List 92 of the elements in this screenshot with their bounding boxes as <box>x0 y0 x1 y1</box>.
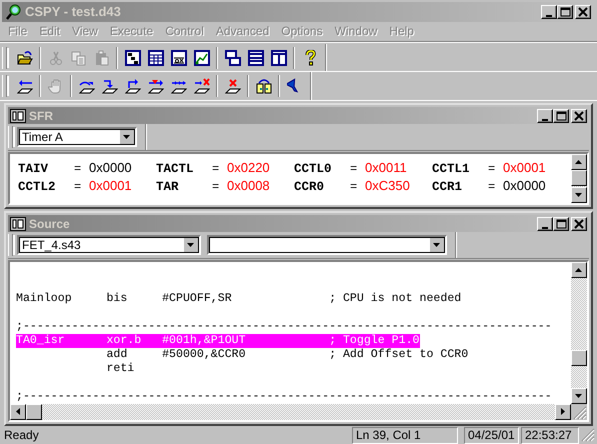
multi-step-icon[interactable] <box>170 78 186 94</box>
vertical-scrollbar[interactable] <box>571 262 587 404</box>
scroll-up-icon[interactable] <box>575 268 583 272</box>
cursor-position: Ln 39, Col 1 <box>352 426 458 444</box>
file-dropdown[interactable]: FET_4.s43 <box>17 235 201 256</box>
maximize-icon[interactable] <box>554 110 568 122</box>
window-title: Source <box>29 216 70 231</box>
menu-item[interactable]: File <box>2 24 34 38</box>
register-value[interactable]: 0x0220 <box>227 160 270 176</box>
tree-window-icon[interactable] <box>124 50 140 66</box>
code-line[interactable]: add #50000,&CCR0 ; Add Offset to CCR0 <box>16 348 468 362</box>
resize-grip-icon[interactable] <box>571 404 587 420</box>
equals-sign: = <box>488 180 496 194</box>
status-date: 04/25/01 <box>464 426 519 444</box>
step-out-icon[interactable] <box>124 78 140 94</box>
toolbar-grip[interactable] <box>2 46 7 68</box>
menu-item[interactable]: Control <box>159 24 210 38</box>
window-title: CSPY - test.d43 <box>25 4 121 20</box>
register-value[interactable]: 0x0008 <box>227 178 270 194</box>
caret-icon[interactable] <box>187 243 195 248</box>
register-value[interactable]: 0x0001 <box>503 160 546 176</box>
chart-window-icon[interactable] <box>194 50 210 66</box>
equals-sign: = <box>350 162 358 176</box>
cascade-windows-icon[interactable] <box>224 50 240 66</box>
register-name: CCTL2 <box>18 180 57 194</box>
separator-comment: ;---------------------------------------------------------------------------- <box>16 320 552 334</box>
register-value[interactable]: 0x0000 <box>503 178 546 194</box>
group-dropdown[interactable]: Timer A <box>17 127 137 148</box>
menu-item[interactable]: Options <box>275 24 329 38</box>
app-icon <box>6 4 22 20</box>
status-time: 22:53:27 <box>521 426 579 444</box>
menu-item[interactable]: Edit <box>33 24 66 38</box>
scrollbar-thumb[interactable] <box>571 350 587 366</box>
register-value[interactable]: 0x0000 <box>89 160 132 176</box>
window-title: SFR <box>29 108 53 123</box>
register-name: TAR <box>156 180 180 194</box>
window-icon <box>10 216 26 231</box>
toolbar-grip[interactable] <box>8 234 13 256</box>
equals-sign: = <box>488 162 496 176</box>
tile-horizontal-icon[interactable] <box>248 50 264 66</box>
register-name: TACTL <box>156 162 195 176</box>
table-window-icon[interactable] <box>148 50 164 66</box>
scroll-down-icon[interactable] <box>575 193 583 198</box>
memory-window-icon[interactable] <box>170 50 186 66</box>
scroll-down-icon[interactable] <box>575 394 583 398</box>
step-into-icon[interactable] <box>102 78 118 94</box>
folder-icon[interactable] <box>16 50 32 66</box>
register-name: CCR0 <box>294 180 326 194</box>
function-dropdown[interactable] <box>207 235 447 256</box>
caret-icon[interactable] <box>433 243 441 248</box>
equals-sign: = <box>212 162 220 176</box>
toolbar-grip[interactable] <box>2 75 7 98</box>
caret-icon[interactable] <box>123 135 131 140</box>
separator-comment: ;---------------------------------------------------------------------------- <box>16 390 552 404</box>
step-stop-icon[interactable] <box>194 78 210 94</box>
scrollbar-thumb[interactable] <box>26 404 42 420</box>
menu-item[interactable]: Advanced <box>210 24 276 38</box>
close-icon[interactable] <box>572 218 586 230</box>
swap-files-icon[interactable] <box>256 78 272 94</box>
menu-item[interactable]: Help <box>383 24 420 38</box>
menu-item[interactable]: Window <box>328 24 384 38</box>
delete-breakpoint-icon[interactable] <box>224 78 240 94</box>
window-icon <box>10 108 26 123</box>
close-icon[interactable] <box>572 110 586 122</box>
vertical-scrollbar[interactable] <box>571 154 587 204</box>
equals-sign: = <box>212 180 220 194</box>
register-value[interactable]: 0x0011 <box>365 160 407 176</box>
scroll-left-icon[interactable] <box>16 408 20 416</box>
register-name: CCTL0 <box>294 162 333 176</box>
menu-item[interactable]: View <box>66 24 104 38</box>
equals-sign: = <box>74 162 82 176</box>
tile-vertical-icon[interactable] <box>270 50 286 66</box>
scroll-right-icon[interactable] <box>561 408 565 416</box>
horizontal-scrollbar[interactable] <box>10 404 571 420</box>
scroll-up-icon[interactable] <box>575 160 583 164</box>
status-message: Ready <box>4 428 40 442</box>
equals-sign: = <box>350 180 358 194</box>
register-value[interactable]: 0xC350 <box>365 178 410 194</box>
code-line[interactable]: reti <box>16 362 134 376</box>
run-to-cursor-icon[interactable] <box>148 78 164 94</box>
scrollbar-thumb[interactable] <box>571 170 587 186</box>
register-name: TAIV <box>18 162 50 176</box>
equals-sign: = <box>74 180 82 194</box>
code-line[interactable]: Mainloop bis #CPUOFF,SR ; CPU is not needed <box>16 292 462 306</box>
toolbar-grip[interactable] <box>8 126 13 148</box>
step-back-icon[interactable] <box>16 78 32 94</box>
register-value[interactable]: 0x0001 <box>89 178 132 194</box>
register-name: CCTL1 <box>432 162 471 176</box>
menu-item[interactable]: Execute <box>104 24 160 38</box>
resize-grip-icon[interactable] <box>581 428 595 442</box>
maximize-icon[interactable] <box>554 218 568 230</box>
register-name: CCR1 <box>432 180 464 194</box>
